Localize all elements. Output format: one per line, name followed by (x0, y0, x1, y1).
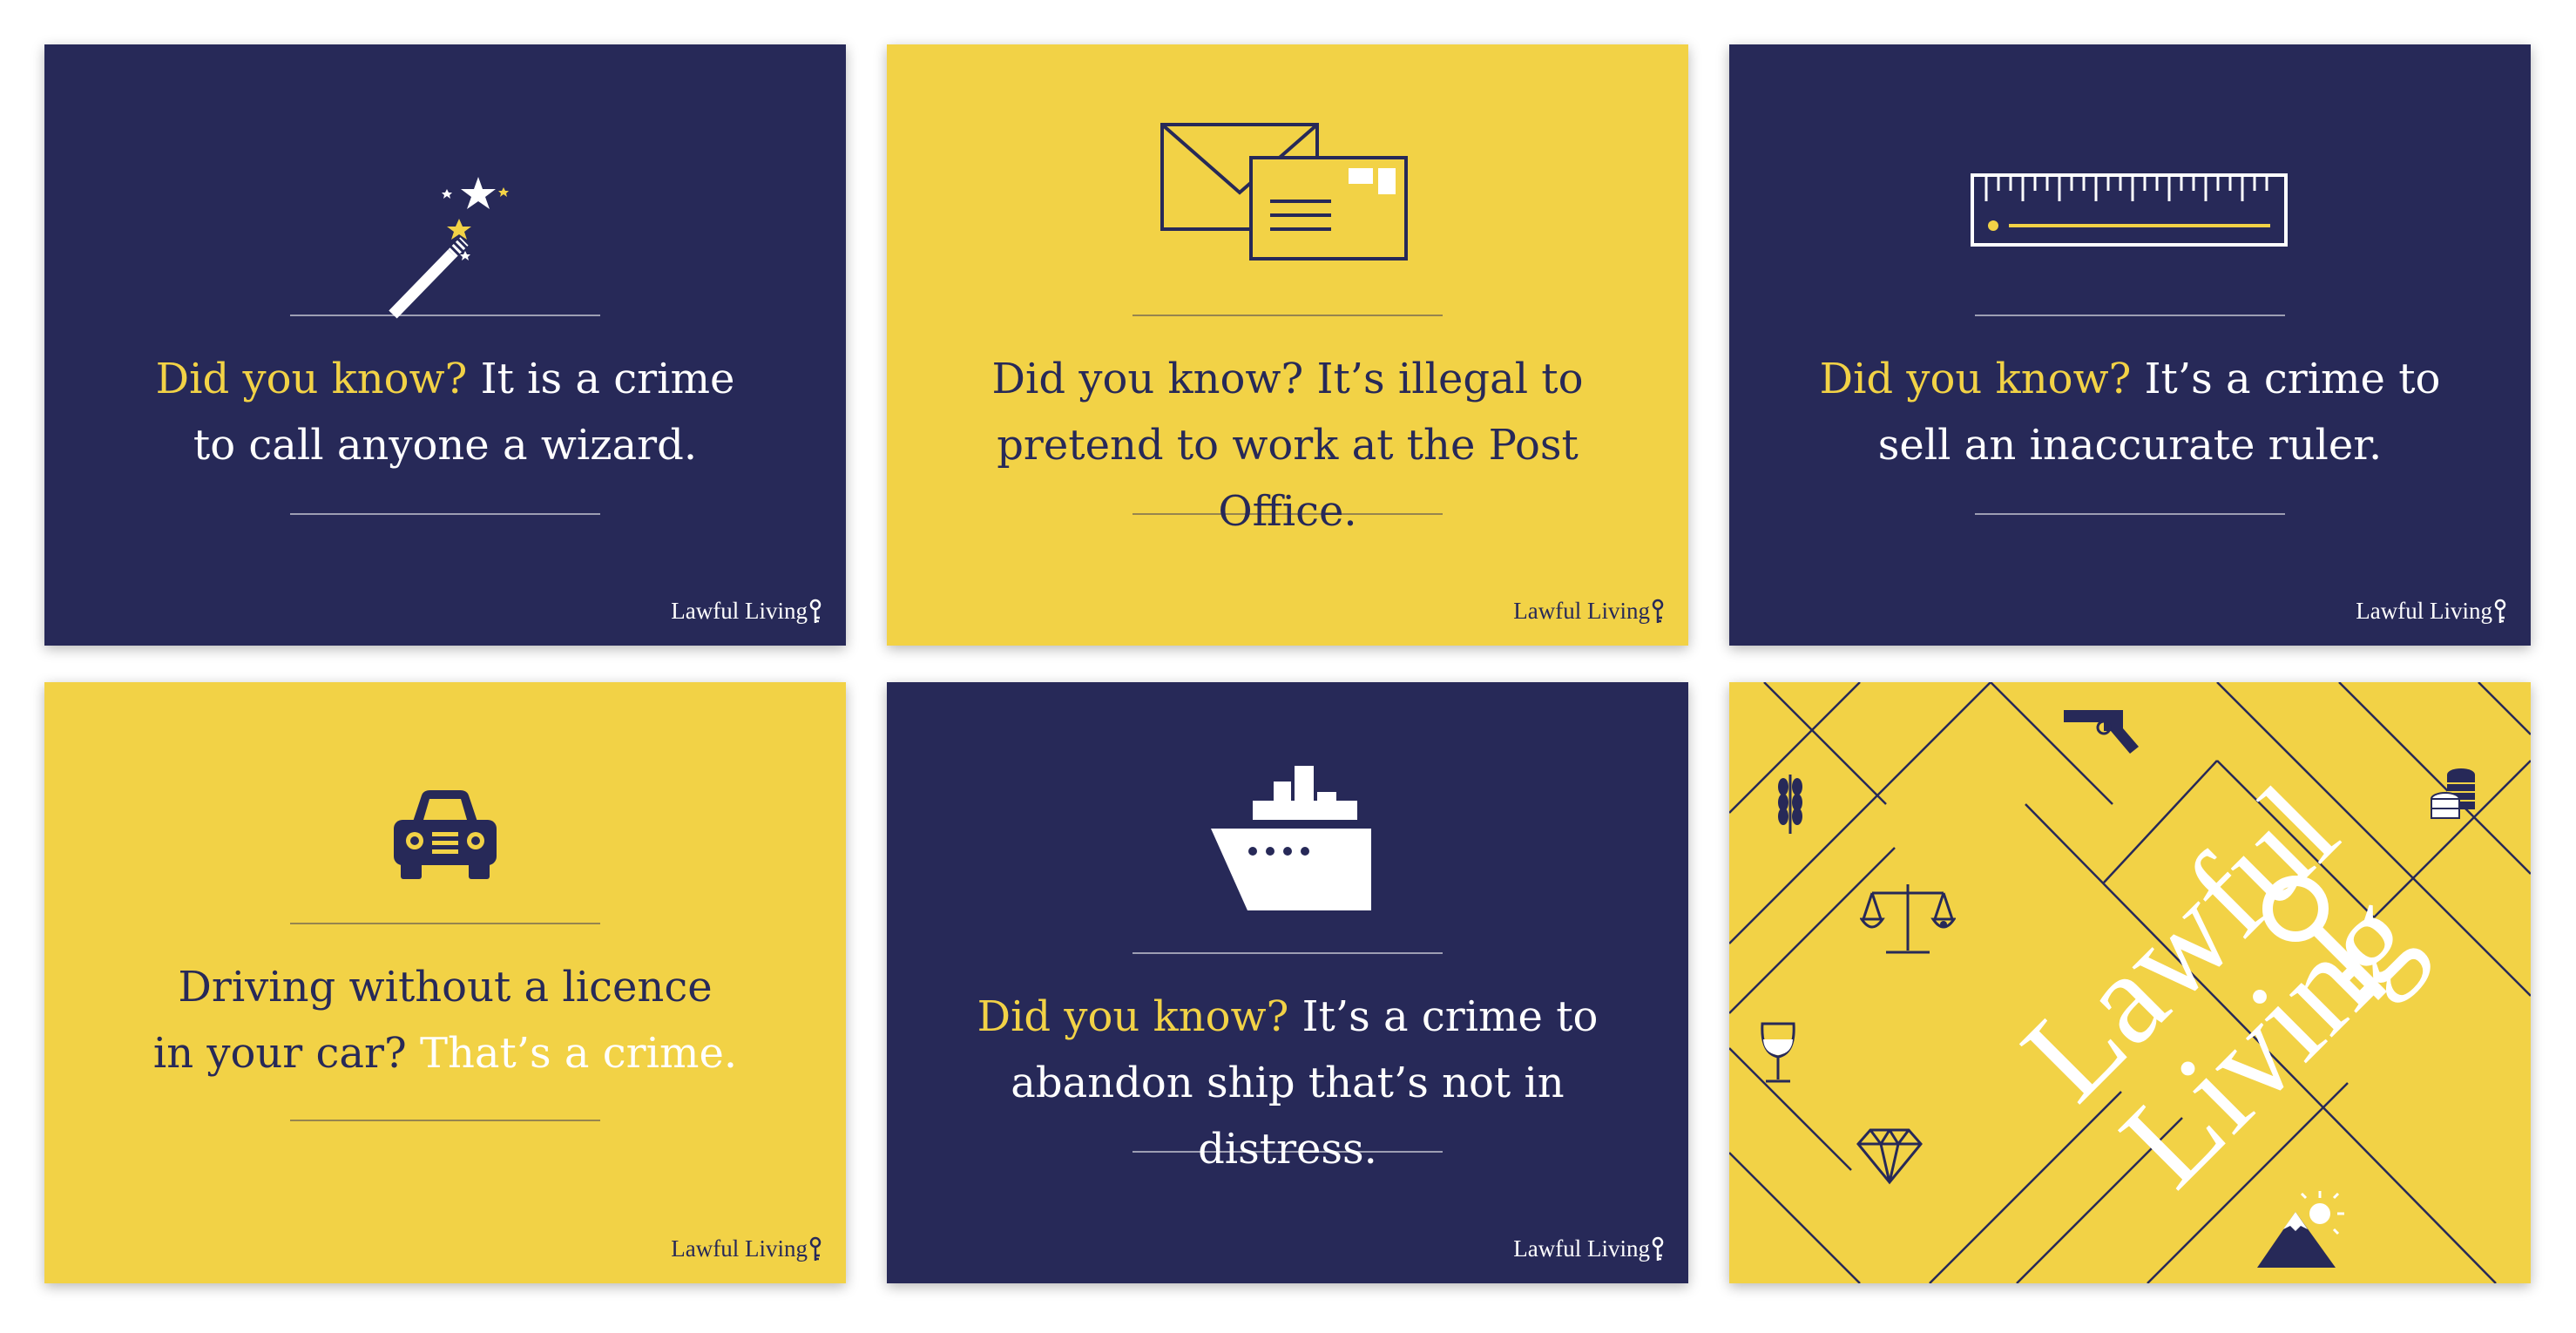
brand-logo: Lawful Living (671, 1235, 823, 1262)
key-icon (2494, 599, 2506, 623)
bottom-divider (290, 513, 600, 515)
fact-card-wizard: Did you know? It is a crime to call anyo… (44, 44, 846, 646)
top-divider (1132, 952, 1443, 954)
lawful-living-logo: Lawful Living (1921, 759, 2461, 1215)
key-icon (809, 1236, 821, 1261)
ship-icon (887, 766, 1688, 914)
wheat-icon (1778, 775, 1802, 834)
magic-wand-icon (44, 123, 846, 332)
fact-card-car: Driving without a licence in your car? T… (44, 682, 846, 1283)
fact-card-ship: Did you know? It’s a crime to abandon sh… (887, 682, 1688, 1283)
key-icon (809, 599, 821, 623)
fact-text: Did you know? It is a crime to call anyo… (155, 355, 735, 470)
fact-text: Driving without a licence in your car? T… (152, 963, 738, 1078)
fact-card-post-office: Did you know? It’s illegal to pretend to… (887, 44, 1688, 646)
top-divider (290, 315, 600, 316)
brand-card-pattern: Lawful Living (1729, 682, 2531, 1283)
wine-glass-icon (1761, 1022, 1795, 1083)
top-divider (1975, 315, 2285, 316)
brand-logo: Lawful Living (1513, 598, 1666, 625)
key-icon (2262, 876, 2387, 1005)
envelopes-icon (887, 114, 1688, 271)
top-divider (290, 923, 600, 924)
fact-card-ruler: Did you know? It’s a crime to sell an in… (1729, 44, 2531, 646)
brand-logo: Lawful Living (671, 598, 823, 625)
key-icon (1652, 1236, 1664, 1261)
bottom-divider (1132, 1151, 1443, 1153)
diamond-icon (1856, 1128, 1923, 1185)
key-icon (1652, 599, 1664, 623)
bottom-divider (1975, 513, 2285, 515)
ruler-icon (1729, 172, 2531, 250)
brand-logo: Lawful Living (1513, 1235, 1666, 1262)
brand-logo: Lawful Living (2356, 598, 2508, 625)
bottom-divider (1132, 513, 1443, 515)
car-icon (44, 787, 846, 883)
top-divider (1132, 315, 1443, 316)
fact-text: Did you know? It’s a crime to sell an in… (1819, 355, 2441, 470)
bottom-divider (290, 1120, 600, 1121)
